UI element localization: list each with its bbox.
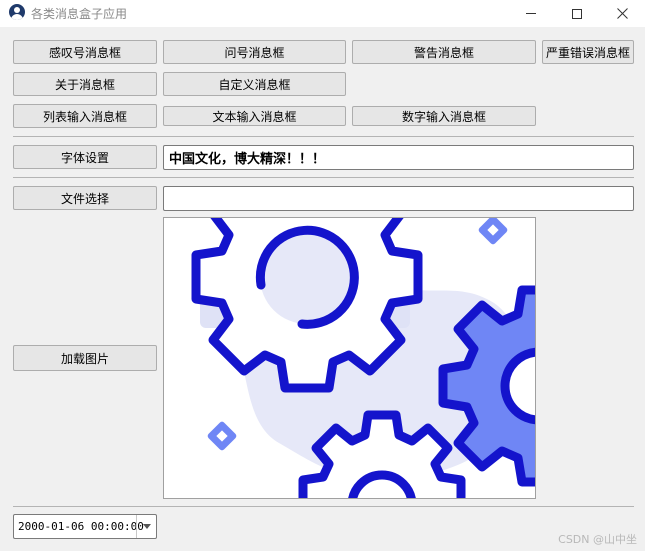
separator (13, 177, 634, 178)
datetime-dropdown-button[interactable] (136, 515, 156, 538)
watermark: CSDN @山中坐 (558, 533, 637, 546)
maximize-icon (572, 8, 582, 19)
about-message-button[interactable]: 关于消息框 (13, 72, 157, 96)
chevron-down-icon (142, 524, 151, 529)
file-path-field[interactable] (163, 186, 634, 211)
question-message-button[interactable]: 问号消息框 (163, 40, 346, 64)
number-input-button[interactable]: 数字输入消息框 (352, 106, 536, 126)
file-select-button[interactable]: 文件选择 (13, 186, 157, 210)
critical-message-button[interactable]: 严重错误消息框 (542, 40, 634, 64)
separator (13, 136, 634, 137)
user-avatar-icon (9, 4, 25, 20)
list-input-button[interactable]: 列表输入消息框 (13, 104, 157, 128)
font-settings-button[interactable]: 字体设置 (13, 145, 157, 169)
datetime-value: 2000-01-06 00:00:00 (18, 520, 144, 533)
font-preview-field[interactable]: 中国文化，博大精深！！！ (163, 145, 634, 170)
minimize-icon (526, 13, 536, 14)
image-display (163, 217, 536, 499)
gears-illustration (191, 218, 535, 498)
datetime-edit[interactable]: 2000-01-06 00:00:00 (13, 514, 157, 539)
maximize-button[interactable] (554, 0, 600, 27)
load-image-button[interactable]: 加载图片 (13, 345, 157, 371)
custom-message-button[interactable]: 自定义消息框 (163, 72, 346, 96)
minimize-button[interactable] (508, 0, 554, 27)
sigh-message-button[interactable]: 感叹号消息框 (13, 40, 157, 64)
client-area: 感叹号消息框 问号消息框 警告消息框 严重错误消息框 关于消息框 自定义消息框 … (0, 27, 645, 551)
close-icon (616, 8, 628, 19)
close-button[interactable] (599, 0, 645, 27)
title-bar: 各类消息盒子应用 (0, 0, 645, 27)
warning-message-button[interactable]: 警告消息框 (352, 40, 536, 64)
separator (13, 506, 634, 507)
window-title: 各类消息盒子应用 (31, 7, 128, 21)
text-input-button[interactable]: 文本输入消息框 (163, 106, 346, 126)
